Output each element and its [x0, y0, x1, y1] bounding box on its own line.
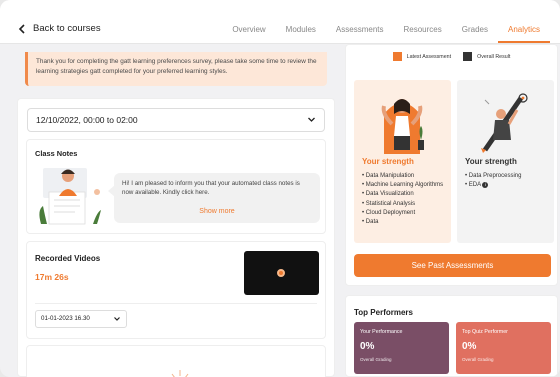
legend-label-overall: Overall Result [477, 53, 511, 60]
chevron-left-icon [18, 23, 25, 34]
session-date-value: 12/10/2022, 00:00 to 02:00 [36, 115, 138, 125]
recorded-videos-title: Recorded Videos [35, 254, 101, 263]
class-notes-message: Hi! I am pleased to inform you that your… [122, 180, 300, 196]
tab-grades[interactable]: Grades [452, 25, 498, 43]
strength-item: Machine Learning Algorithms [362, 181, 443, 190]
tab-assessments[interactable]: Assessments [326, 25, 394, 43]
session-date-select[interactable]: 12/10/2022, 00:00 to 02:00 [27, 108, 325, 132]
play-icon[interactable] [277, 269, 285, 277]
tab-modules[interactable]: Modules [276, 25, 326, 43]
top-quiz-label: Top Quiz Performer [462, 329, 508, 335]
strength-item: Data Visualization [362, 190, 443, 199]
app-window: Back to courses Overview Modules Assessm… [0, 0, 560, 377]
your-performance-value: 0% [360, 341, 375, 352]
top-performers-title: Top Performers [354, 308, 413, 317]
legend-latest: Latest Assessment [392, 52, 452, 61]
strength-item: Data [362, 218, 443, 227]
session-panel: 12/10/2022, 00:00 to 02:00 Class Notes H… [17, 98, 335, 377]
video-thumbnail[interactable] [244, 251, 319, 295]
top-quiz-sub: Overall Grading [462, 357, 494, 362]
strong-woman-illustration [381, 99, 424, 154]
partial-illustration [171, 370, 189, 377]
strength-item: Cloud Deployment [362, 209, 443, 218]
survey-notice: Thank you for completing the gatt learni… [25, 52, 327, 86]
strength-item-label: EDA [468, 182, 481, 189]
latest-strength-card: Your strength Data Manipulation Machine … [354, 80, 451, 243]
strength-item: EDA i [465, 181, 521, 190]
next-session-card [26, 345, 326, 377]
strength-item: Data Preprocessing [465, 172, 522, 181]
analytics-panel: Latest Assessment Overall Result Your st… [345, 44, 558, 286]
left-column: Thank you for completing the gatt learni… [17, 44, 335, 377]
back-label: Back to courses [33, 23, 101, 34]
pencil-person-illustration [481, 93, 528, 153]
your-performance-sub: Overall Grading [360, 357, 392, 362]
your-performance-label: Your Performance [360, 329, 403, 335]
tab-resources[interactable]: Resources [394, 25, 452, 43]
overall-strength-list: Data Preprocessing EDA i [465, 172, 522, 190]
strength-item: Data Manipulation [362, 172, 443, 181]
legend-overall: Overall Result [463, 52, 510, 61]
class-notes-title: Class Notes [35, 149, 78, 158]
strength-item: Statistical Analysis [362, 200, 443, 209]
back-to-courses-link[interactable]: Back to courses [18, 23, 101, 34]
recorded-video-duration: 17m 26s [35, 272, 69, 282]
top-performers-panel: Top Performers Your Performance 0% Overa… [345, 295, 558, 377]
chevron-down-icon [308, 117, 315, 122]
class-notes-message-bubble: Hi! I am pleased to inform you that your… [108, 173, 320, 223]
reading-person-illustration [39, 168, 101, 225]
latest-strength-title: Your strength [362, 157, 414, 166]
legend-label-latest: Latest Assessment [406, 53, 452, 60]
top-quiz-performer-card: Top Quiz Performer 0% Overall Grading [456, 322, 551, 374]
recording-date-select[interactable]: 01-01-2023 16.30 [35, 310, 127, 328]
your-performance-card: Your Performance 0% Overall Grading [354, 322, 449, 374]
chart-legend: Latest Assessment Overall Result [346, 52, 557, 61]
course-tabs: Overview Modules Assessments Resources G… [222, 25, 550, 43]
overall-strength-title: Your strength [465, 157, 517, 166]
latest-strength-list: Data Manipulation Machine Learning Algor… [362, 172, 443, 227]
recorded-videos-card: Recorded Videos 17m 26s 01-01-2023 16.30 [26, 241, 326, 339]
right-column: Latest Assessment Overall Result Your st… [345, 44, 560, 377]
info-icon[interactable]: i [482, 181, 489, 188]
legend-swatch-latest [392, 52, 402, 61]
overall-strength-card: Your strength Data Preprocessing EDA i [457, 80, 554, 243]
divider [35, 303, 317, 304]
tab-analytics[interactable]: Analytics [497, 25, 550, 43]
recording-date-value: 01-01-2023 16.30 [41, 315, 90, 322]
top-header: Back to courses Overview Modules Assessm… [0, 0, 560, 44]
chevron-down-icon [114, 317, 120, 321]
legend-swatch-overall [463, 52, 473, 61]
top-quiz-value: 0% [462, 341, 477, 352]
tab-overview[interactable]: Overview [222, 25, 275, 43]
show-more-link[interactable]: Show more [114, 207, 320, 216]
see-past-assessments-button[interactable]: See Past Assessments [354, 254, 551, 277]
class-notes-card: Class Notes Hi! I am pleased to inform y… [26, 139, 326, 234]
